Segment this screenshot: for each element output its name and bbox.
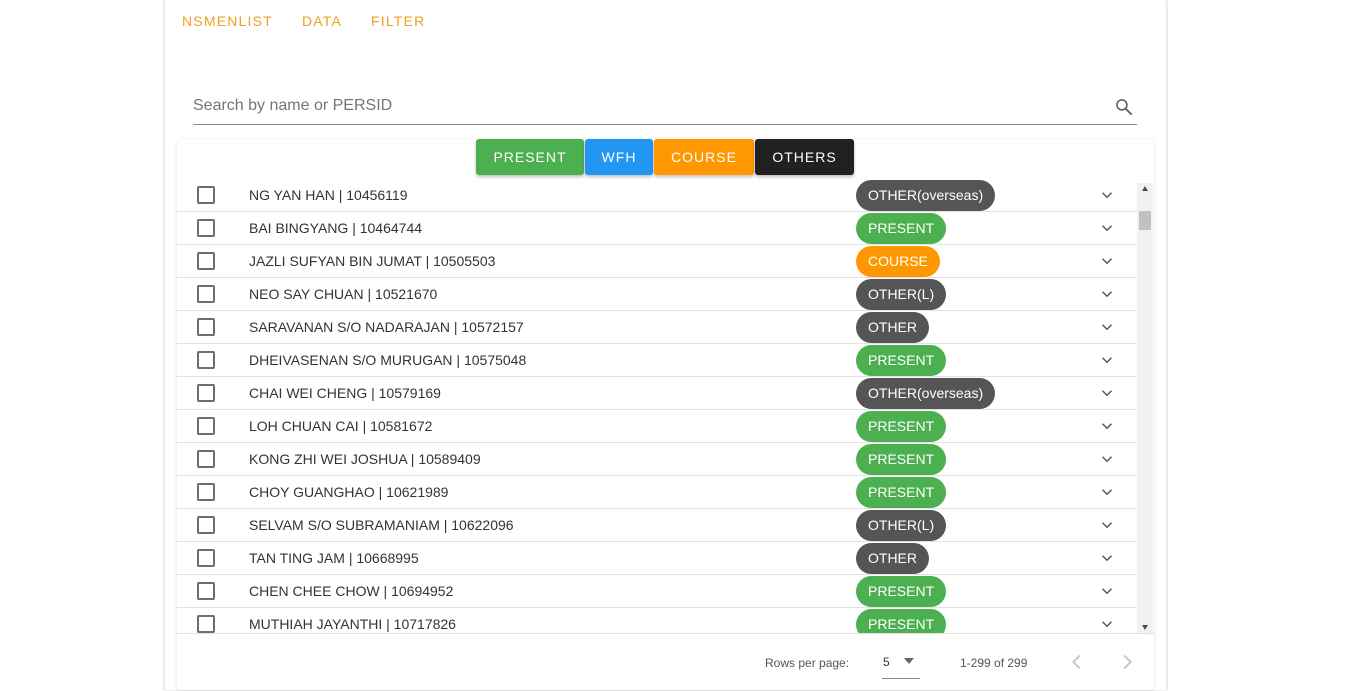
search-input[interactable]: [193, 96, 1093, 116]
table-row[interactable]: BAI BINGYANG | 10464744 PRESENT: [177, 212, 1137, 245]
status-badge: PRESENT: [856, 444, 947, 475]
row-name: NEO SAY CHUAN | 10521670: [249, 286, 438, 302]
status-badge: OTHER: [856, 312, 929, 343]
row-name: MUTHIAH JAYANTHI | 10717826: [249, 616, 456, 632]
main-card: NSMENLIST DATA FILTER PRESENT WFH COURSE…: [164, 0, 1167, 690]
pagination-bar: Rows per page: 5 1-299 of 299: [177, 633, 1154, 691]
status-filter-group: PRESENT WFH COURSE OTHERS: [476, 139, 855, 175]
status-badge: PRESENT: [856, 411, 947, 442]
row-name: BAI BINGYANG | 10464744: [249, 220, 423, 236]
status-badge: OTHER(L): [856, 510, 947, 541]
row-checkbox[interactable]: [197, 252, 215, 270]
row-checkbox[interactable]: [197, 417, 215, 435]
row-name: CHAI WEI CHENG | 10579169: [249, 385, 441, 401]
tab-data[interactable]: DATA: [302, 12, 342, 30]
attendance-table: PRESENT WFH COURSE OTHERS NG YAN HAN | 1…: [177, 139, 1154, 690]
table-row[interactable]: TAN TING JAM | 10668995 OTHER: [177, 542, 1137, 575]
row-name: SARAVANAN S/O NADARAJAN | 10572157: [249, 319, 524, 335]
chevron-down-icon[interactable]: [1098, 516, 1116, 534]
row-checkbox[interactable]: [197, 615, 215, 633]
pagination-range: 1-299 of 299: [960, 656, 1028, 670]
row-name: SELVAM S/O SUBRAMANIAM | 10622096: [249, 517, 514, 533]
row-checkbox[interactable]: [197, 549, 215, 567]
status-badge: COURSE: [856, 246, 940, 277]
status-badge: OTHER(overseas): [856, 180, 996, 211]
chevron-down-icon[interactable]: [1098, 318, 1116, 336]
status-badge: PRESENT: [856, 345, 947, 376]
chevron-down-icon[interactable]: [1098, 384, 1116, 402]
table-row[interactable]: JAZLI SUFYAN BIN JUMAT | 10505503 COURSE: [177, 245, 1137, 278]
tab-filter[interactable]: FILTER: [371, 12, 425, 30]
scrollbar[interactable]: [1137, 183, 1153, 633]
scroll-down-arrow-icon[interactable]: [1141, 623, 1149, 631]
table-row[interactable]: LOH CHUAN CAI | 10581672 PRESENT: [177, 410, 1137, 443]
chevron-down-icon[interactable]: [1098, 549, 1116, 567]
table-row[interactable]: DHEIVASENAN S/O MURUGAN | 10575048 PRESEN…: [177, 344, 1137, 377]
rows-per-page-value: 5: [883, 655, 890, 669]
table-body: NG YAN HAN | 10456119 OTHER(overseas) BAI …: [177, 179, 1137, 633]
table-row[interactable]: NEO SAY CHUAN | 10521670 OTHER(L): [177, 278, 1137, 311]
status-badge: OTHER: [856, 543, 929, 574]
filter-others-button[interactable]: OTHERS: [755, 139, 854, 175]
row-checkbox[interactable]: [197, 351, 215, 369]
status-badge: PRESENT: [856, 609, 947, 633]
status-badge: OTHER(overseas): [856, 378, 996, 409]
row-name: DHEIVASENAN S/O MURUGAN | 10575048: [249, 352, 527, 368]
table-row[interactable]: MUTHIAH JAYANTHI | 10717826 PRESENT: [177, 608, 1137, 633]
row-checkbox[interactable]: [197, 483, 215, 501]
row-name: CHEN CHEE CHOW | 10694952: [249, 583, 454, 599]
row-name: CHOY GUANGHAO | 10621989: [249, 484, 449, 500]
chevron-down-icon[interactable]: [1098, 285, 1116, 303]
scrollbar-thumb[interactable]: [1139, 211, 1151, 230]
table-row[interactable]: CHEN CHEE CHOW | 10694952 PRESENT: [177, 575, 1137, 608]
chevron-down-icon[interactable]: [1098, 417, 1116, 435]
chevron-down-icon[interactable]: [1098, 615, 1116, 633]
row-name: KONG ZHI WEI JOSHUA | 10589409: [249, 451, 481, 467]
table-row[interactable]: SELVAM S/O SUBRAMANIAM | 10622096 OTHER(L…: [177, 509, 1137, 542]
filter-present-button[interactable]: PRESENT: [476, 139, 584, 175]
status-badge: PRESENT: [856, 213, 947, 244]
row-name: NG YAN HAN | 10456119: [249, 187, 408, 203]
chevron-down-icon[interactable]: [1098, 219, 1116, 237]
table-row[interactable]: CHOY GUANGHAO | 10621989 PRESENT: [177, 476, 1137, 509]
status-badge: PRESENT: [856, 576, 947, 607]
chevron-down-icon[interactable]: [1098, 582, 1116, 600]
row-checkbox[interactable]: [197, 582, 215, 600]
row-checkbox[interactable]: [197, 285, 215, 303]
row-checkbox[interactable]: [197, 318, 215, 336]
row-name: TAN TING JAM | 10668995: [249, 550, 419, 566]
status-badge: PRESENT: [856, 477, 947, 508]
rows-per-page-label: Rows per page:: [765, 656, 850, 670]
rows-per-page-select[interactable]: 5: [882, 648, 920, 679]
table-row[interactable]: CHAI WEI CHENG | 10579169 OTHER(overseas): [177, 377, 1137, 410]
search-bar: [193, 88, 1137, 125]
table-row[interactable]: SARAVANAN S/O NADARAJAN | 10572157 OTHER: [177, 311, 1137, 344]
row-checkbox[interactable]: [197, 219, 215, 237]
row-checkbox[interactable]: [197, 516, 215, 534]
chevron-left-icon[interactable]: [1066, 651, 1088, 673]
table-row[interactable]: KONG ZHI WEI JOSHUA | 10589409 PRESENT: [177, 443, 1137, 476]
caret-down-icon: [904, 658, 914, 664]
chevron-right-icon[interactable]: [1116, 651, 1138, 673]
status-badge: OTHER(L): [856, 279, 947, 310]
row-checkbox[interactable]: [197, 186, 215, 204]
row-name: JAZLI SUFYAN BIN JUMAT | 10505503: [249, 253, 496, 269]
table-row[interactable]: NG YAN HAN | 10456119 OTHER(overseas): [177, 179, 1137, 212]
search-icon[interactable]: [1114, 97, 1134, 117]
top-nav: NSMENLIST DATA FILTER: [182, 12, 454, 30]
filter-course-button[interactable]: COURSE: [654, 139, 754, 175]
row-name: LOH CHUAN CAI | 10581672: [249, 418, 433, 434]
chevron-down-icon[interactable]: [1098, 450, 1116, 468]
scroll-up-arrow-icon[interactable]: [1141, 185, 1149, 193]
filter-wfh-button[interactable]: WFH: [585, 139, 653, 175]
chevron-down-icon[interactable]: [1098, 252, 1116, 270]
row-checkbox[interactable]: [197, 450, 215, 468]
chevron-down-icon[interactable]: [1098, 351, 1116, 369]
tab-nsmenlist[interactable]: NSMENLIST: [182, 12, 273, 30]
chevron-down-icon[interactable]: [1098, 483, 1116, 501]
chevron-down-icon[interactable]: [1098, 186, 1116, 204]
row-checkbox[interactable]: [197, 384, 215, 402]
